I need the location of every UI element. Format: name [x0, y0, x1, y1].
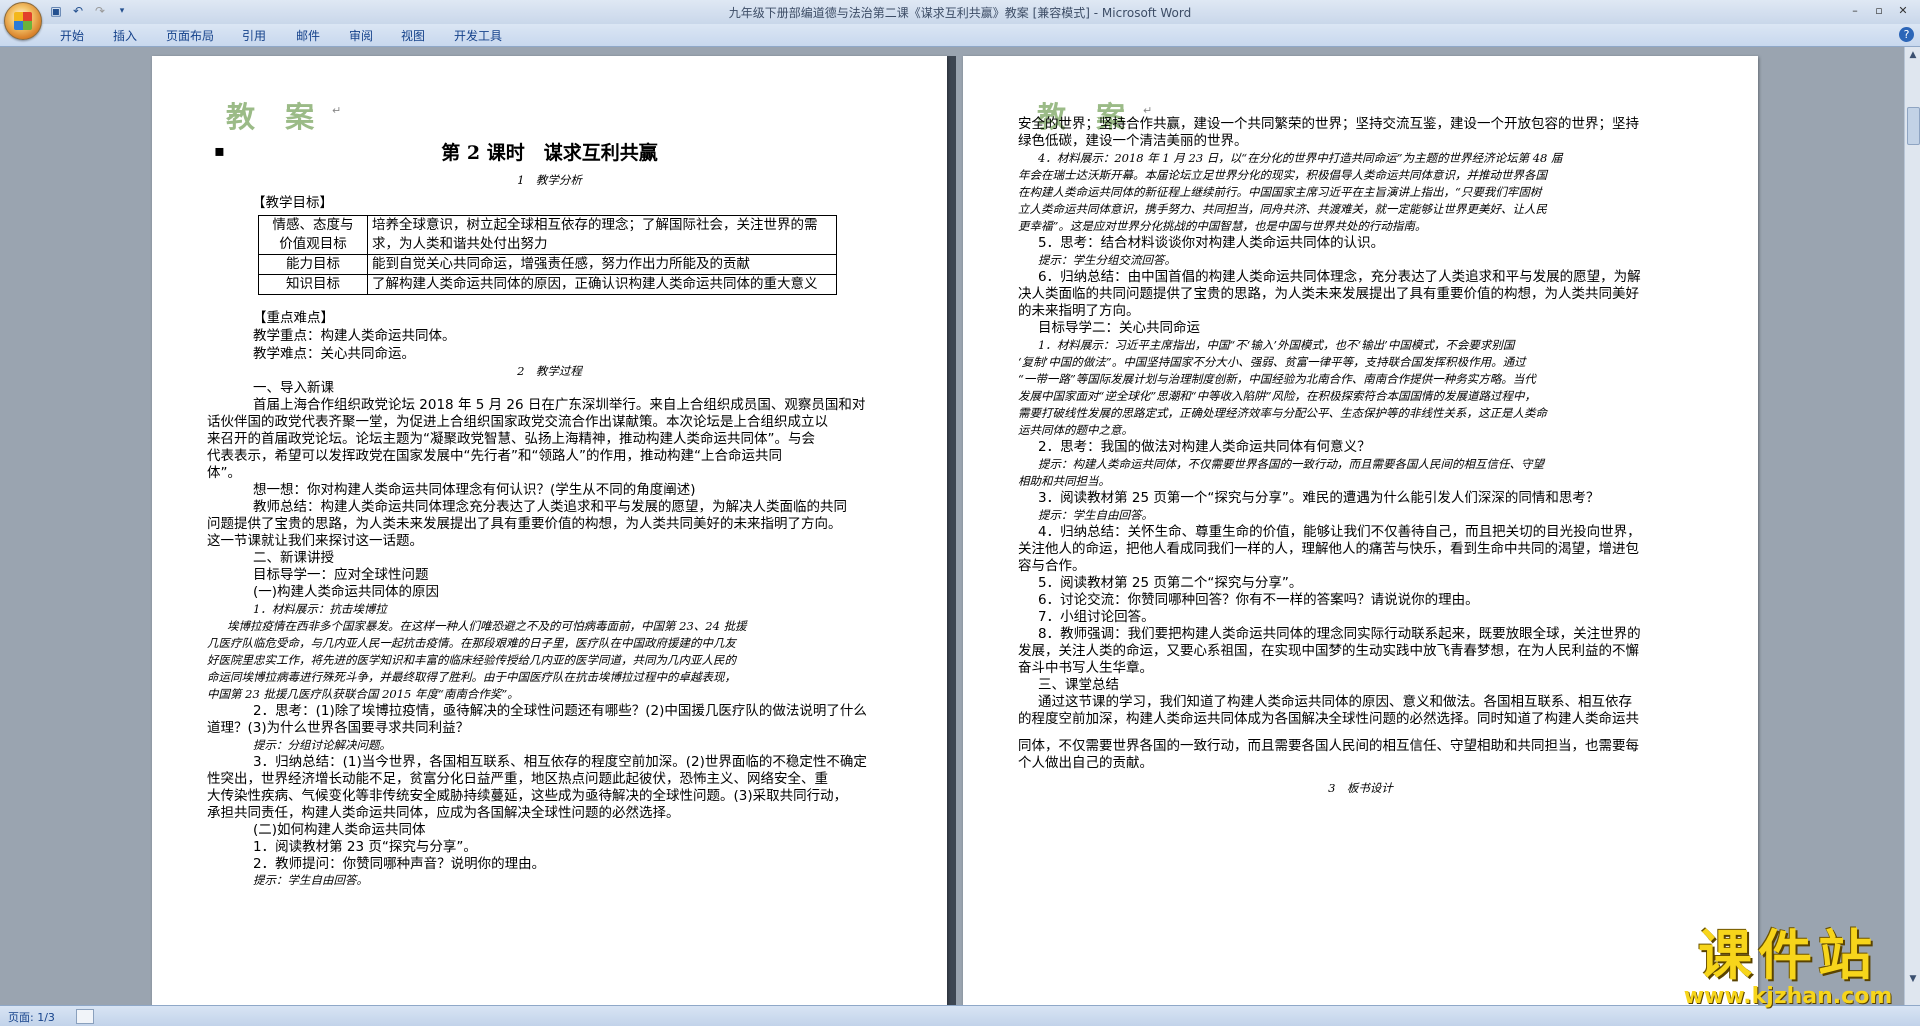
tab-view[interactable]: 视图: [401, 27, 425, 44]
scroll-thumb[interactable]: [1907, 107, 1920, 145]
text-line: 关注他人的命运，把他人看成同我们一样的人，理解他人的痛苦与快乐，看到生命中共同的…: [1018, 541, 1639, 557]
tab-references[interactable]: 引用: [242, 27, 266, 44]
table-cell: 培养全球意识，树立起全球相互依存的理念；了解国际社会，关注世界的需 求，为人类和谐…: [367, 215, 837, 255]
tab-developer[interactable]: 开发工具: [454, 27, 502, 44]
tab-home[interactable]: 开始: [60, 27, 84, 44]
ribbon-tabs: 开始 插入 页面布局 引用 邮件 审阅 视图 开发工具 ?: [0, 24, 1920, 47]
scroll-up-icon[interactable]: ▲: [1907, 49, 1919, 61]
text-line: 3 板书设计: [1328, 781, 1393, 795]
table-cell: 能到自觉关心共同命运，增强责任感，努力作出力所能及的贡献: [367, 254, 837, 275]
tab-page-layout[interactable]: 页面布局: [166, 27, 214, 44]
text-line: 提示：学生自由回答。: [253, 873, 368, 887]
window-title: 九年级下册部编道德与法治第二课《谋求互利共赢》教案 [兼容模式] - Micro…: [728, 6, 1192, 20]
help-icon[interactable]: ?: [1899, 27, 1914, 42]
text-line: 体”。: [207, 465, 241, 481]
watermark-title: 课件站: [1698, 923, 1878, 987]
tab-mailings[interactable]: 邮件: [296, 27, 320, 44]
table-row: 情感、态度与 价值观目标 培养全球意识，树立起全球相互依存的理念；了解国际社会，关…: [258, 215, 837, 255]
page-count[interactable]: 页面: 1/3: [8, 1009, 55, 1025]
office-button[interactable]: [4, 2, 42, 40]
maximize-icon[interactable]: ▫: [1868, 2, 1890, 20]
table-row: 能力目标 能到自觉关心共同命运，增强责任感，努力作出力所能及的贡献: [258, 254, 837, 275]
title-bar: ▣ ↶ ↷ ▾ 九年级下册部编道德与法治第二课《谋求互利共赢》教案 [兼容模式]…: [0, 0, 1920, 40]
table-cell: 能力目标: [258, 254, 368, 275]
text-line: 教学重点：构建人类命运共同体。: [253, 328, 456, 344]
text-line: 的程度空前加深，构建人类命运共同体成为各国解决全球性问题的必然选择。同时知道了构…: [1018, 711, 1639, 727]
text-line: 【重点难点】: [253, 310, 334, 326]
page-gap-shadow: [946, 56, 956, 1006]
watermark-url: www.kjzhan.com: [1683, 984, 1893, 1009]
document-page-1[interactable]: 教 案 ↵ ▪ 第 2 课时 谋求互利共赢 1 教学分析 【教学目标】 情感、态…: [152, 56, 947, 1006]
proofing-icon[interactable]: [76, 1009, 94, 1024]
vertical-scrollbar[interactable]: ▲ ▼: [1904, 47, 1920, 1005]
office-logo-icon: [14, 12, 32, 30]
tab-insert[interactable]: 插入: [113, 27, 137, 44]
tab-review[interactable]: 审阅: [349, 27, 373, 44]
watermark-logo: 课件站 www.kjzhan.com: [1663, 925, 1913, 1009]
table-cell: 情感、态度与 价值观目标: [258, 215, 368, 255]
status-bar: 页面: 1/3: [0, 1005, 1920, 1026]
document-page-2[interactable]: 教 案 ↵ 安全的世界；坚持合作共赢，建设一个共同繁荣的世界；坚持交流互鉴，建设…: [963, 56, 1758, 1006]
table-row: 知识目标 了解构建人类命运共同体的原因，正确认识构建人类命运共同体的重大意义: [258, 274, 837, 295]
text-line: 代表表示，希望可以发挥政党在国家发展中“先行者”和“领路人”的作用，推动构建“上…: [207, 448, 782, 464]
section-heading: 1 教学分析: [517, 173, 582, 187]
close-icon[interactable]: ✕: [1892, 2, 1914, 20]
text-line: 提示：构建人类命运共同体，不仅需要世界各国的一致行动，而且需要各国人民间的相互信…: [1038, 457, 1544, 471]
text-line: 个人做出自己的贡献。: [1018, 755, 1153, 771]
minimize-icon[interactable]: –: [1844, 2, 1866, 20]
objectives-heading: 【教学目标】: [252, 195, 333, 211]
objectives-table: 情感、态度与 价值观目标 培养全球意识，树立起全球相互依存的理念；了解国际社会，关…: [258, 215, 837, 295]
window-controls: – ▫ ✕: [1844, 2, 1914, 20]
table-cell: 知识目标: [258, 274, 368, 295]
page-header: 教 案: [226, 100, 325, 134]
table-cell: 了解构建人类命运共同体的原因，正确认识构建人类命运共同体的重大意义: [367, 274, 837, 295]
lesson-title: 第 2 课时 谋求互利共赢: [441, 142, 658, 164]
